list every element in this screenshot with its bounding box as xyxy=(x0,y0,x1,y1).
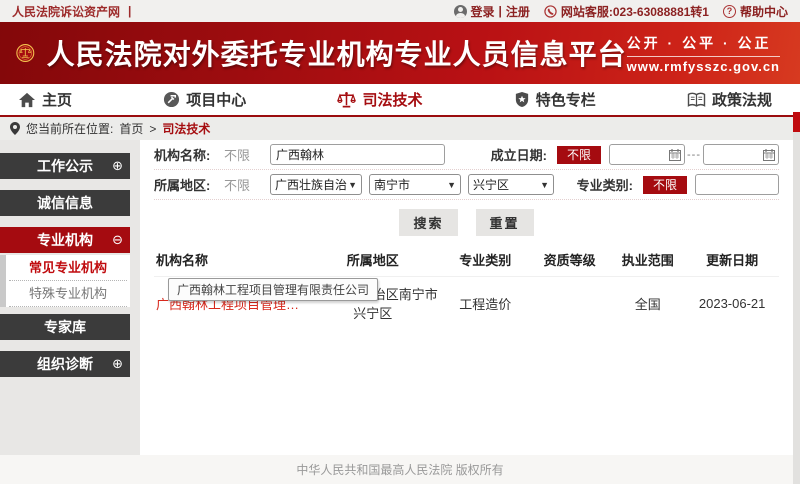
reset-button[interactable]: 重置 xyxy=(476,209,534,236)
court-emblem-logo xyxy=(16,31,35,75)
copyright-text: 中华人民共和国最高人民法院 版权所有 xyxy=(296,461,503,478)
sidebar-item-org-diagnosis[interactable]: 组织诊断 ⊕ xyxy=(0,351,130,377)
sidebar-subitem-common-orgs[interactable]: 常见专业机构 xyxy=(9,255,127,281)
calendar-icon xyxy=(763,149,775,161)
login-link[interactable]: 登录 xyxy=(471,3,495,20)
nav-item-judicial-tech[interactable]: 司法技术 xyxy=(337,89,422,110)
site-url: www.rmfysszc.gov.cn xyxy=(627,56,780,74)
nav-item-project-center[interactable]: 项目中心 xyxy=(163,89,246,110)
org-name-tooltip: 广西翰林工程项目管理有限责任公司 xyxy=(168,278,378,301)
breadcrumb-home-link[interactable]: 首页 xyxy=(119,120,143,137)
top-utility-bar: 人民法院诉讼资产网 | 登录 | 注册 网站客服:023-63088881转1 … xyxy=(0,0,800,22)
site-header-banner: 人民法院对外委托专业机构专业人员信息平台 公开 · 公平 · 公正 www.rm… xyxy=(0,22,800,84)
project-icon xyxy=(163,91,180,108)
nav-item-featured-column[interactable]: 特色专栏 xyxy=(514,89,596,110)
col-grade: 资质等级 xyxy=(529,242,610,277)
province-select[interactable]: 广西壮族自治 ▼ xyxy=(270,174,362,195)
scales-icon xyxy=(337,91,356,109)
chevron-down-icon: ▼ xyxy=(447,180,456,190)
breadcrumb-prefix: 您当前所在位置: xyxy=(26,120,113,137)
region-unlimited-option[interactable]: 不限 xyxy=(224,175,270,194)
search-results-panel: 机构名称: 不限 成立日期: 不限 --- 所属地区: 不限 广西壮族自治 ▼ … xyxy=(140,140,793,455)
site-slogan: 公开 · 公平 · 公正 xyxy=(627,33,780,53)
founded-date-label: 成立日期: xyxy=(491,145,547,164)
filter-row-region-category: 所属地区: 不限 广西壮族自治 ▼ 南宁市 ▼ 兴宁区 ▼ 专业类别: 不限 xyxy=(154,170,779,200)
nav-item-policies[interactable]: 政策法规 xyxy=(687,89,772,110)
sidebar-item-work-publicity[interactable]: 工作公示 ⊕ xyxy=(0,153,130,179)
site-title: 人民法院对外委托专业机构专业人员信息平台 xyxy=(47,33,627,73)
org-grade-cell xyxy=(529,277,610,330)
badge-star-icon xyxy=(514,91,530,108)
page-scrollbar-thumb[interactable] xyxy=(793,112,800,132)
founded-date-start-input[interactable] xyxy=(609,144,685,165)
topbar-divider: | xyxy=(128,4,131,18)
professional-orgs-submenu: 常见专业机构 特殊专业机构 xyxy=(0,255,130,307)
date-range-separator: --- xyxy=(687,149,701,161)
col-region: 所属地区 xyxy=(304,242,442,277)
help-link[interactable]: 帮助中心 xyxy=(740,3,788,20)
region-label: 所属地区: xyxy=(154,175,224,194)
help-icon: ? xyxy=(723,5,736,18)
col-updated: 更新日期 xyxy=(685,242,779,277)
home-icon xyxy=(18,92,36,108)
filter-actions: 搜索 重置 xyxy=(140,200,793,240)
breadcrumb: 您当前所在位置: 首页 > 司法技术 xyxy=(0,117,800,140)
book-icon xyxy=(687,92,706,108)
main-nav: 主页 项目中心 司法技术 特色专栏 政策法规 xyxy=(0,84,800,117)
founded-unlimited-button[interactable]: 不限 xyxy=(557,146,601,164)
col-org-name: 机构名称 xyxy=(154,242,304,277)
search-button[interactable]: 搜索 xyxy=(399,209,457,236)
login-register-divider: | xyxy=(499,4,502,18)
col-category: 专业类别 xyxy=(442,242,530,277)
nav-item-home[interactable]: 主页 xyxy=(18,89,72,110)
location-pin-icon xyxy=(10,122,20,135)
breadcrumb-separator: > xyxy=(149,122,156,136)
calendar-icon xyxy=(669,149,681,161)
org-name-unlimited-option[interactable]: 不限 xyxy=(224,145,270,164)
sidebar-item-expert-pool[interactable]: 专家库 xyxy=(0,314,130,340)
sidebar-subitem-special-orgs[interactable]: 特殊专业机构 xyxy=(9,281,127,307)
register-link[interactable]: 注册 xyxy=(506,3,530,20)
district-select[interactable]: 兴宁区 ▼ xyxy=(468,174,554,195)
site-name-link[interactable]: 人民法院诉讼资产网 xyxy=(12,3,120,20)
collapse-icon[interactable]: ⊖ xyxy=(112,232,123,248)
org-updated-cell: 2023-06-21 xyxy=(685,277,779,330)
sidebar-item-integrity-info[interactable]: 诚信信息 xyxy=(0,190,130,216)
category-label: 专业类别: xyxy=(577,175,633,194)
chevron-down-icon: ▼ xyxy=(348,180,357,190)
col-scope: 执业范围 xyxy=(610,242,685,277)
main-content-area: 工作公示 ⊕ 诚信信息 专业机构 ⊖ 常见专业机构 特殊专业机构 专家库 组织诊… xyxy=(0,140,800,455)
hotline-text: 网站客服:023-63088881转1 xyxy=(561,3,709,20)
breadcrumb-current: 司法技术 xyxy=(162,120,210,137)
phone-icon xyxy=(544,5,557,18)
expand-icon[interactable]: ⊕ xyxy=(112,158,123,174)
results-table-header-row: 机构名称 所属地区 专业类别 资质等级 执业范围 更新日期 xyxy=(154,242,779,277)
org-category-cell: 工程造价 xyxy=(442,277,530,330)
sidebar-item-professional-orgs[interactable]: 专业机构 ⊖ xyxy=(0,227,130,253)
expand-icon[interactable]: ⊕ xyxy=(112,356,123,372)
category-unlimited-button[interactable]: 不限 xyxy=(643,176,687,194)
category-input[interactable] xyxy=(695,174,779,195)
user-icon xyxy=(454,5,467,18)
founded-date-end-input[interactable] xyxy=(703,144,779,165)
city-select[interactable]: 南宁市 ▼ xyxy=(369,174,461,195)
org-name-label: 机构名称: xyxy=(154,145,224,164)
sidebar: 工作公示 ⊕ 诚信信息 专业机构 ⊖ 常见专业机构 特殊专业机构 专家库 组织诊… xyxy=(0,153,130,388)
filter-row-name-date: 机构名称: 不限 成立日期: 不限 --- xyxy=(154,140,779,170)
chevron-down-icon: ▼ xyxy=(540,180,549,190)
footer: 中华人民共和国最高人民法院 版权所有 xyxy=(0,455,800,484)
org-name-input[interactable] xyxy=(270,144,445,165)
org-scope-cell: 全国 xyxy=(610,277,685,330)
